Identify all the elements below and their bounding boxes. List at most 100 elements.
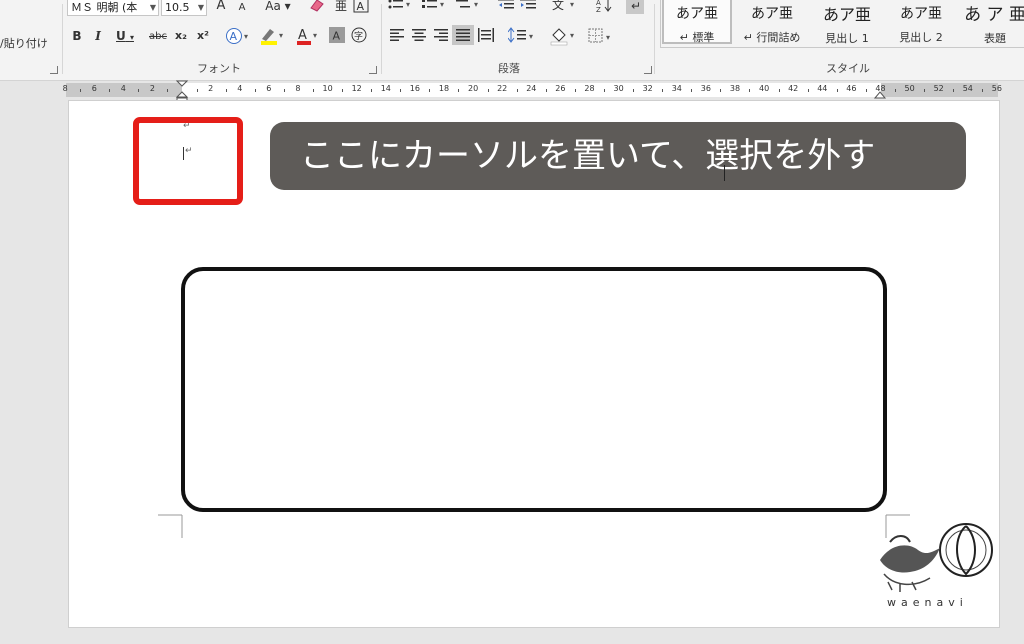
sort-icon[interactable]: AZ (596, 0, 614, 12)
font-group: ＭＳ 明朝 (本 ▼ 10.5 ▼ A A Aa ▾ 亜 A B I U ▾ abc… (63, 0, 381, 80)
svg-text:▾: ▾ (570, 31, 574, 40)
ruler-tick (429, 89, 431, 92)
ruler-number: 34 (671, 84, 682, 93)
line-spacing-icon[interactable]: ▾ (508, 27, 536, 43)
ruler-number: 2 (149, 84, 155, 93)
numbering-icon[interactable]: ▾ (422, 0, 448, 12)
shading-icon[interactable]: ▾ (550, 26, 578, 46)
style-sample: あ ア 亜 (964, 5, 1024, 25)
ruler-number: 38 (729, 84, 741, 93)
ruler-tick (196, 89, 198, 92)
multilevel-list-icon[interactable]: ▾ (456, 0, 482, 12)
eraser-icon[interactable] (309, 0, 325, 12)
ruler-tick (982, 89, 984, 92)
distributed-icon[interactable] (478, 28, 494, 42)
rounded-rectangle-shape[interactable] (181, 267, 887, 512)
font-group-title: フォント (197, 62, 241, 75)
change-case-button[interactable]: Aa ▾ (263, 0, 293, 14)
borders-icon[interactable]: ▾ (588, 28, 616, 44)
font-size-combo[interactable]: 10.5 ▼ (161, 0, 207, 16)
decrease-indent-icon[interactable] (498, 0, 514, 12)
italic-button[interactable]: I (91, 28, 105, 44)
ruler-tick (167, 89, 169, 92)
char-shading-icon[interactable]: A (329, 27, 345, 43)
style-no-spacing[interactable]: あア亜 ↵ 行間詰め (736, 0, 808, 44)
enclose-char-icon[interactable]: 字 (351, 27, 367, 43)
svg-text:▾: ▾ (440, 0, 444, 9)
align-right-icon[interactable] (434, 29, 448, 41)
paragraph-group-title: 段落 (498, 62, 520, 75)
ruler-number: 52 (933, 84, 944, 93)
svg-text:▾: ▾ (279, 31, 283, 40)
change-case-label: Aa (265, 0, 281, 13)
svg-text:▾: ▾ (570, 0, 574, 9)
ruler-tick (487, 89, 489, 92)
styles-group-title: スタイル (826, 62, 870, 75)
ruler-tick (342, 89, 344, 92)
ruler-tick (225, 89, 227, 92)
ruler-number: 6 (266, 84, 272, 93)
ruler-tick (691, 89, 693, 92)
style-name: 見出し 2 (899, 31, 943, 44)
char-border-icon[interactable]: A (353, 0, 369, 13)
justify-button[interactable] (452, 25, 474, 45)
phonetic-guide-icon[interactable]: 亜 (333, 0, 347, 12)
ibeam-cursor (724, 165, 725, 181)
ruler-tick (400, 89, 402, 92)
chevron-down-icon: ▼ (149, 3, 156, 12)
style-title[interactable]: あ ア 亜 表題 (960, 0, 1024, 45)
font-name-combo[interactable]: ＭＳ 明朝 (本 ▼ (67, 0, 159, 16)
ruler-number: 42 (788, 84, 799, 93)
bold-button[interactable]: B (69, 28, 85, 44)
shrink-font-button[interactable]: A (235, 0, 249, 16)
ruler-tick (720, 89, 722, 92)
ruler-number: 4 (120, 84, 126, 93)
style-heading-2[interactable]: あア亜 見出し 2 (886, 0, 956, 44)
style-normal[interactable]: あア亜 ↵ 標準 (662, 0, 732, 44)
svg-text:▾: ▾ (606, 33, 610, 42)
ruler-number: 26 (555, 84, 566, 93)
ruler-tick (603, 89, 605, 92)
grow-font-button[interactable]: A (213, 0, 229, 14)
ruler-number: 28 (584, 84, 595, 93)
underline-button[interactable]: U ▾ (113, 28, 137, 46)
style-heading-1[interactable]: あア亜 見出し 1 (812, 0, 882, 45)
svg-text:亜: 亜 (335, 0, 347, 12)
ruler-number: 50 (904, 84, 915, 93)
align-center-icon[interactable] (412, 29, 426, 41)
svg-text:字: 字 (354, 30, 363, 42)
ruler-tick (953, 89, 955, 92)
ruler-tick (545, 89, 547, 92)
svg-text:▾: ▾ (529, 32, 533, 41)
align-left-icon[interactable] (390, 29, 404, 41)
font-dialog-launcher[interactable] (369, 66, 377, 74)
underline-label: U (116, 29, 126, 43)
style-name: ↵ 標準 (679, 31, 715, 44)
horizontal-ruler[interactable]: 8 6 4 2 2 4 6 8 10 12 14 16 18 20 22 24 26 28 30 32 34 36 38 40… (63, 83, 1002, 97)
highlight-icon[interactable]: ▾ (259, 26, 287, 46)
chevron-down-icon: ▼ (197, 3, 204, 12)
bullets-icon[interactable]: ▾ (388, 0, 414, 12)
justify-icon (456, 29, 470, 41)
ruler-tick (371, 89, 373, 92)
clipboard-dialog-launcher[interactable] (50, 66, 58, 74)
ruler-number: 18 (438, 84, 450, 93)
paragraph-dialog-launcher[interactable] (644, 66, 652, 74)
increase-indent-icon[interactable] (520, 0, 536, 12)
style-sample: あア亜 (900, 6, 942, 22)
superscript-button[interactable]: x² (195, 28, 211, 44)
subscript-button[interactable]: x₂ (173, 28, 189, 44)
right-indent-marker-icon[interactable] (874, 90, 886, 99)
ribbon: /貼り付け ＭＳ 明朝 (本 ▼ 10.5 ▼ A A Aa ▾ 亜 A B I U… (0, 0, 1024, 81)
ruler-number: 32 (642, 84, 653, 93)
show-marks-icon[interactable]: ↵ (626, 0, 644, 14)
ruler-tick (458, 89, 460, 92)
paste-button[interactable]: /貼り付け (0, 36, 56, 52)
text-direction-icon[interactable]: 文 ▾ (552, 0, 578, 12)
crop-mark-icon (158, 514, 183, 538)
font-name-value: ＭＳ 明朝 (本 (71, 1, 138, 14)
font-color-icon[interactable]: A ▾ (295, 26, 321, 46)
ruler-number: 8 (295, 84, 301, 93)
strikethrough-button[interactable]: abc (147, 29, 169, 45)
text-effects-icon[interactable]: A ▾ (225, 27, 251, 45)
